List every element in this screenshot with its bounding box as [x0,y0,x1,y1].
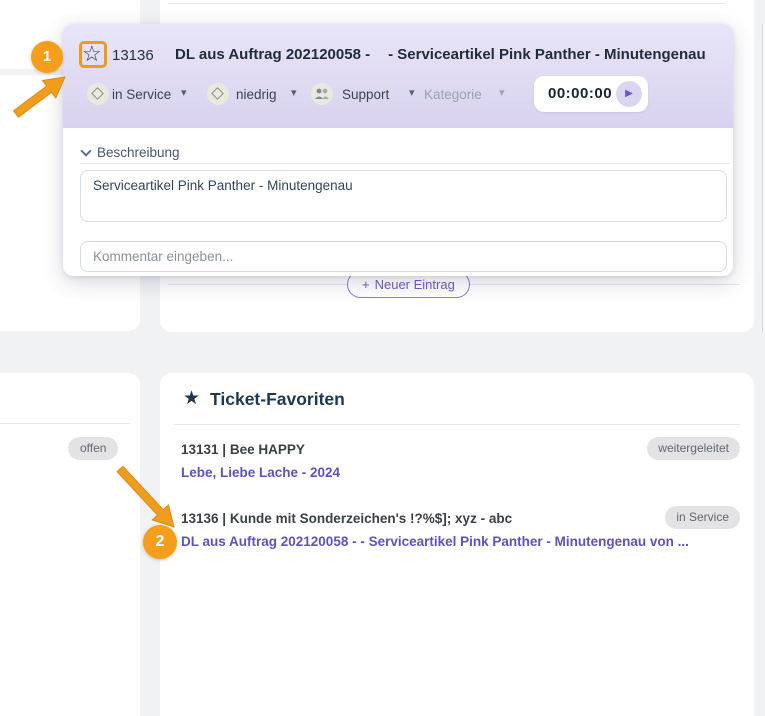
left-ticket-list-card [0,373,140,716]
category-dropdown[interactable]: Kategorie [424,87,482,102]
status-badge-offen: offen [68,437,118,460]
chevron-down-icon: ▾ [499,86,505,99]
description-section-label: Beschreibung [97,145,180,160]
status-badge: in Service [665,506,740,529]
app-viewport: +Neuer Eintrag Erfasst: 0:00 ☆ 13136 DL … [0,0,765,716]
status-icon [87,83,109,105]
ticket-title-name: - Serviceartikel Pink Panther - Minuteng… [388,46,706,63]
description-field[interactable]: Serviceartikel Pink Panther - Minutengen… [80,170,727,222]
status-badge: weitergeleitet [647,437,740,460]
divider [168,3,726,4]
divider [80,163,730,164]
play-icon[interactable]: ▶ [616,81,642,107]
priority-icon [207,83,229,105]
chevron-down-icon: ▾ [181,86,187,99]
chevron-down-icon: ▾ [409,86,415,99]
divider [174,424,740,425]
favorite-item-link[interactable]: DL aus Auftrag 202120058 - - Servicearti… [181,533,740,550]
star-icon: ★ [183,387,200,410]
favorite-item-link[interactable]: Lebe, Liebe Lache - 2024 [181,464,740,481]
diamond-icon [91,87,104,100]
new-entry-label: Neuer Eintrag [375,277,455,292]
timer-value[interactable]: 00:00:00 [548,85,612,102]
plus-icon: + [362,277,370,292]
annotation-highlight-box [79,41,107,68]
ticket-id: 13136 [112,47,154,64]
diamond-icon [211,87,224,100]
people-icon [314,87,330,101]
chevron-down-icon: ▾ [291,86,297,99]
favorite-item[interactable]: 13136 | Kunde mit Sonderzeichen's !?%$];… [181,510,740,550]
annotation-step-2: 2 [143,525,177,559]
favorites-title: Ticket-Favoriten [210,389,345,410]
divider [0,423,130,424]
time-tracker: 00:00:00 ▶ [534,76,648,112]
favorite-item-title: 13136 | Kunde mit Sonderzeichen's !?%$];… [181,510,740,527]
priority-dropdown[interactable]: niedrig [236,87,277,102]
status-dropdown[interactable]: in Service [112,87,171,102]
ticket-title-ref: DL aus Auftrag 202120058 - [175,46,370,63]
annotation-step-1: 1 [31,41,63,73]
ticket-header: ☆ 13136 DL aus Auftrag 202120058 -- Serv… [63,24,733,128]
chevron-down-icon[interactable] [80,145,91,156]
team-icon [311,83,333,105]
ticket-title: DL aus Auftrag 202120058 - - Serviceartik… [175,46,730,63]
favorite-item[interactable]: 13131 | Bee HAPPY weitergeleitet Lebe, L… [181,441,740,481]
team-dropdown[interactable]: Support [342,87,389,102]
ticket-quickview-card: ☆ 13136 DL aus Auftrag 202120058 -- Serv… [63,24,733,276]
comment-input[interactable] [80,241,727,272]
